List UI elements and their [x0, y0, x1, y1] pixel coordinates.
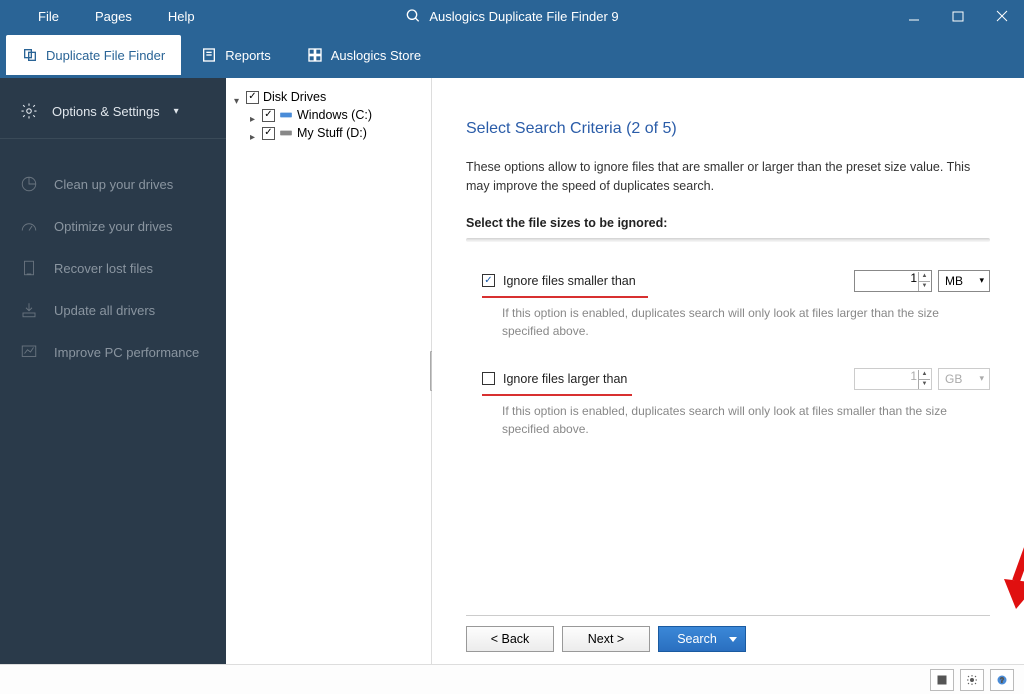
- spinner: ▲▼: [918, 370, 930, 388]
- section-divider: [466, 238, 990, 242]
- maximize-button[interactable]: [936, 0, 980, 32]
- tree-drive-d[interactable]: ✓ My Stuff (D:): [250, 124, 423, 142]
- tab-label: Auslogics Store: [331, 48, 421, 63]
- sidebar-item-performance[interactable]: Improve PC performance: [0, 331, 226, 373]
- gear-icon: [20, 102, 38, 120]
- spinner[interactable]: ▲▼: [918, 272, 930, 290]
- report-icon: [201, 47, 217, 63]
- ignore-smaller-label: Ignore files smaller than: [503, 274, 636, 288]
- save-icon: [936, 674, 948, 686]
- magnifier-icon: [405, 8, 421, 24]
- tree-label: My Stuff (D:): [297, 126, 367, 140]
- next-button[interactable]: Next >: [562, 626, 650, 652]
- options-settings-label: Options & Settings: [52, 104, 160, 119]
- caret-right-icon[interactable]: [250, 129, 258, 137]
- help-icon: ?: [996, 674, 1008, 686]
- tab-duplicate-file-finder[interactable]: Duplicate File Finder: [6, 35, 181, 75]
- options-settings-button[interactable]: Options & Settings ▾: [0, 78, 226, 139]
- pie-icon: [20, 175, 38, 193]
- smaller-help-text: If this option is enabled, duplicates se…: [466, 304, 956, 340]
- checkbox-checked[interactable]: ✓: [262, 127, 275, 140]
- sidebar-item-drivers[interactable]: Update all drivers: [0, 289, 226, 331]
- tab-reports[interactable]: Reports: [185, 35, 287, 75]
- recover-icon: [20, 259, 38, 277]
- wizard-footer: < Back Next > Search: [466, 615, 990, 652]
- tree-label: Disk Drives: [263, 90, 326, 104]
- smaller-value-input[interactable]: 1 ▲▼: [854, 270, 932, 292]
- annotation-arrow-icon: [1002, 483, 1024, 613]
- larger-unit-select: GB: [938, 368, 990, 390]
- svg-text:?: ?: [1000, 677, 1004, 684]
- store-icon: [307, 47, 323, 63]
- page-title: Select Search Criteria (2 of 5): [466, 120, 990, 138]
- search-button[interactable]: Search: [658, 626, 746, 652]
- drive-icon: [279, 126, 293, 140]
- sidebar-item-label: Recover lost files: [54, 261, 153, 276]
- annotation-underline: [482, 394, 632, 396]
- annotation-underline: [482, 296, 648, 298]
- settings-icon-button[interactable]: [960, 669, 984, 691]
- tab-label: Duplicate File Finder: [46, 48, 165, 63]
- caret-right-icon[interactable]: [250, 111, 258, 119]
- larger-value-input: 1 ▲▼: [854, 368, 932, 390]
- menu-file[interactable]: File: [20, 3, 77, 30]
- gauge-icon: [20, 217, 38, 235]
- checkbox-checked[interactable]: ✓: [246, 91, 259, 104]
- chevron-down-icon: ▾: [174, 106, 179, 117]
- chart-icon: [20, 343, 38, 361]
- tree-drive-c[interactable]: ✓ Windows (C:): [250, 106, 423, 124]
- drive-icon: [279, 108, 293, 122]
- sidebar-item-cleanup[interactable]: Clean up your drives: [0, 163, 226, 205]
- download-icon: [20, 301, 38, 319]
- sidebar-item-label: Improve PC performance: [54, 345, 199, 360]
- sidebar-item-recover[interactable]: Recover lost files: [0, 247, 226, 289]
- sidebar-item-label: Clean up your drives: [54, 177, 173, 192]
- drive-tree: ✓ Disk Drives ✓ Windows (C:) ✓ My Stuff …: [226, 78, 432, 664]
- menu-help[interactable]: Help: [150, 3, 213, 30]
- window-controls: [892, 0, 1024, 32]
- ignore-larger-label: Ignore files larger than: [503, 372, 627, 386]
- gear-icon: [966, 674, 978, 686]
- checkbox-checked[interactable]: ✓: [262, 109, 275, 122]
- close-button[interactable]: [980, 0, 1024, 32]
- back-button[interactable]: < Back: [466, 626, 554, 652]
- tree-root[interactable]: ✓ Disk Drives: [234, 88, 423, 106]
- app-title: Auslogics Duplicate File Finder 9: [405, 8, 618, 24]
- checkbox-ignore-larger[interactable]: [482, 372, 495, 385]
- tab-label: Reports: [225, 48, 271, 63]
- ribbon-tabs: Duplicate File Finder Reports Auslogics …: [0, 32, 1024, 78]
- section-label: Select the file sizes to be ignored:: [466, 216, 990, 230]
- save-icon-button[interactable]: [930, 669, 954, 691]
- help-icon-button[interactable]: ?: [990, 669, 1014, 691]
- tab-store[interactable]: Auslogics Store: [291, 35, 437, 75]
- page-description: These options allow to ignore files that…: [466, 158, 990, 196]
- larger-help-text: If this option is enabled, duplicates se…: [466, 402, 956, 438]
- duplicate-icon: [22, 47, 38, 63]
- sidebar-item-label: Update all drivers: [54, 303, 155, 318]
- minimize-button[interactable]: [892, 0, 936, 32]
- wizard-page: Select Search Criteria (2 of 5) These op…: [432, 78, 1024, 664]
- smaller-unit-select[interactable]: MB: [938, 270, 990, 292]
- tree-label: Windows (C:): [297, 108, 372, 122]
- title-bar: File Pages Help Auslogics Duplicate File…: [0, 0, 1024, 32]
- checkbox-ignore-smaller[interactable]: ✓: [482, 274, 495, 287]
- caret-down-icon[interactable]: [234, 93, 242, 101]
- sidebar: Options & Settings ▾ Clean up your drive…: [0, 78, 226, 664]
- status-bar: ?: [0, 664, 1024, 694]
- menu-pages[interactable]: Pages: [77, 3, 150, 30]
- sidebar-item-label: Optimize your drives: [54, 219, 172, 234]
- sidebar-item-optimize[interactable]: Optimize your drives: [0, 205, 226, 247]
- menu-bar: File Pages Help: [0, 3, 213, 30]
